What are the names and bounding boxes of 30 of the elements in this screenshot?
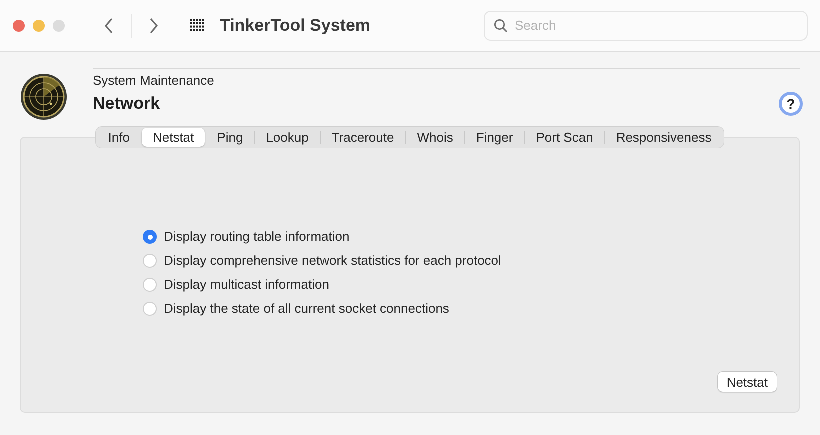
tab[interactable]: Port Scan xyxy=(525,128,604,147)
search-icon xyxy=(494,18,508,32)
page-title: Network xyxy=(93,94,160,114)
close-button[interactable] xyxy=(13,20,25,32)
grid-icon[interactable] xyxy=(190,19,205,32)
window-title: TinkerTool System xyxy=(220,16,371,36)
tab[interactable]: Info xyxy=(97,128,141,147)
radio-button[interactable] xyxy=(143,254,157,268)
forward-icon xyxy=(149,18,159,34)
option-label: Display routing table information xyxy=(164,228,350,246)
option-label: Display the state of all current socket connections xyxy=(164,300,450,318)
radio-button[interactable] xyxy=(143,302,157,316)
help-button[interactable]: ? xyxy=(779,92,803,116)
tab[interactable]: Whois xyxy=(406,128,464,147)
radar-icon xyxy=(20,73,68,121)
netstat-button[interactable]: Netstat xyxy=(718,372,777,392)
tab[interactable]: Lookup xyxy=(255,128,320,147)
section-category: System Maintenance xyxy=(93,73,216,88)
tab[interactable]: Finger xyxy=(465,128,524,147)
option-label: Display comprehensive network statistics for each protocol xyxy=(164,252,502,270)
radio-button[interactable] xyxy=(143,230,157,244)
minimize-button[interactable] xyxy=(33,20,45,32)
search-field[interactable]: Search xyxy=(484,10,808,40)
tab[interactable]: Responsiveness xyxy=(605,128,723,147)
tab[interactable]: Ping xyxy=(206,128,254,147)
back-icon xyxy=(104,18,114,34)
tab[interactable]: Traceroute xyxy=(320,128,406,147)
radio-button[interactable] xyxy=(143,278,157,292)
option-label: Display multicast information xyxy=(164,276,330,294)
tab[interactable]: Netstat xyxy=(142,128,206,147)
